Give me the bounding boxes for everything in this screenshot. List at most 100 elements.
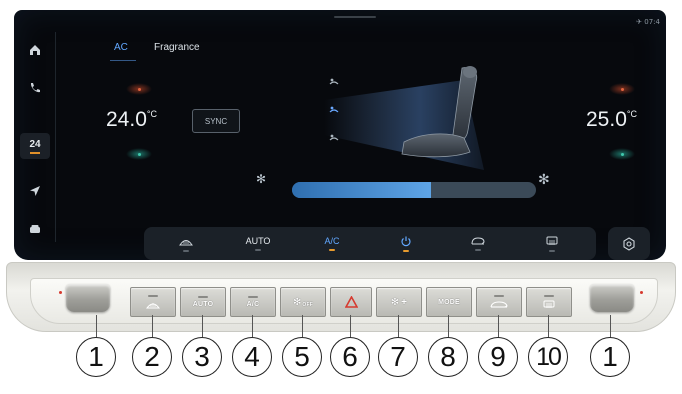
- hw-ac-button[interactable]: A/C: [230, 287, 276, 317]
- callout-number: 10: [528, 337, 568, 377]
- callout-line: [610, 315, 611, 337]
- signal-icon: ✈: [636, 18, 643, 26]
- fan-high-icon: ✻: [538, 172, 550, 188]
- chevron-down-icon: [620, 152, 624, 156]
- hw-hazard-button[interactable]: [330, 287, 372, 317]
- hw-recirculation-button[interactable]: [476, 287, 522, 317]
- front-defrost-icon: [146, 303, 160, 309]
- callout-number: 5: [282, 337, 322, 377]
- sidebar-item-home[interactable]: [14, 36, 56, 64]
- sidebar-item-climate[interactable]: 24: [20, 133, 50, 159]
- callout-line: [498, 315, 499, 337]
- passenger-temp-value: 25.0: [586, 108, 627, 131]
- driver-temperature: 24.0°C: [106, 108, 157, 132]
- hw-front-defrost-button[interactable]: [130, 287, 176, 317]
- auto-label: AUTO: [192, 301, 214, 308]
- status-led: [183, 250, 189, 252]
- callout-number: 2: [132, 337, 172, 377]
- callout-line: [302, 315, 303, 337]
- status-led: [549, 249, 555, 252]
- status-led: [475, 249, 481, 251]
- front-defrost-icon: [179, 240, 193, 246]
- driver-temp-value: 24.0: [106, 108, 147, 131]
- passenger-temp-up-button[interactable]: [609, 83, 635, 95]
- screen-notch: [334, 16, 376, 18]
- rear-defrost-button[interactable]: [532, 227, 572, 260]
- callout-number: 1: [590, 337, 630, 377]
- phone-icon: [30, 83, 40, 93]
- callout-number: 4: [232, 337, 272, 377]
- button-led: [248, 296, 258, 298]
- fan-plus-label: +: [401, 296, 408, 308]
- callout-line: [548, 315, 549, 337]
- clock-text: 07:4: [644, 18, 660, 26]
- chevron-up-icon: [137, 87, 141, 91]
- car-icon: [30, 225, 40, 233]
- hw-fan-off-button[interactable]: ✻ OFF: [280, 287, 326, 317]
- front-defrost-button[interactable]: [166, 227, 206, 260]
- sidebar-item-phone[interactable]: [14, 74, 56, 102]
- fan-off-label: OFF: [302, 301, 313, 308]
- passenger-temperature: 25.0°C: [586, 108, 637, 132]
- callout-line: [398, 315, 399, 337]
- active-tab-indicator: [110, 60, 136, 61]
- callout-number: 3: [182, 337, 222, 377]
- driver-temp-down-button[interactable]: [126, 148, 152, 160]
- auto-label: AUTO: [245, 236, 271, 246]
- sync-button[interactable]: SYNC: [192, 109, 240, 133]
- mode-label: MODE: [438, 298, 460, 306]
- sidebar-item-navigation[interactable]: [14, 177, 56, 205]
- navigation-icon: [30, 186, 40, 196]
- fan-speed-slider[interactable]: [292, 182, 536, 198]
- button-led: [198, 296, 208, 298]
- callout-line: [96, 315, 97, 337]
- hw-fan-increase-button[interactable]: ✻ +: [376, 287, 422, 317]
- status-led: [255, 249, 261, 251]
- airflow-face-mode-icon[interactable]: [329, 78, 339, 85]
- button-led: [148, 295, 158, 297]
- left-temperature-knob[interactable]: [66, 284, 110, 312]
- tab-ac[interactable]: AC: [114, 42, 128, 53]
- climate-control-strip: AUTO A/C: [144, 227, 596, 260]
- settings-button[interactable]: [608, 227, 650, 260]
- indicator-dot: [640, 291, 643, 294]
- callout-line: [202, 315, 203, 337]
- home-icon: [30, 45, 40, 55]
- sidebar-item-vehicle[interactable]: [14, 215, 56, 243]
- driver-temp-up-button[interactable]: [126, 83, 152, 95]
- status-led: [403, 250, 409, 252]
- hw-rear-defrost-button[interactable]: [526, 287, 572, 317]
- callout-line: [252, 315, 253, 337]
- chevron-up-icon: [620, 87, 624, 91]
- recirculation-icon: [471, 237, 485, 245]
- hw-mode-button[interactable]: MODE: [426, 287, 472, 317]
- passenger-temp-down-button[interactable]: [609, 148, 635, 160]
- callout-number: 9: [478, 337, 518, 377]
- hw-auto-button[interactable]: AUTO: [180, 287, 226, 317]
- tab-fragrance[interactable]: Fragrance: [154, 42, 200, 53]
- button-led: [544, 295, 554, 297]
- rear-defrost-icon: [543, 300, 555, 308]
- fan-speed-fill: [292, 182, 432, 198]
- callout-line: [152, 315, 153, 337]
- ac-label: A/C: [246, 301, 260, 308]
- power-button[interactable]: [386, 227, 426, 260]
- recirculation-icon: [490, 301, 508, 308]
- hazard-icon: [344, 296, 358, 308]
- temp-unit: °C: [146, 109, 157, 119]
- climate-icon: 24: [29, 138, 41, 150]
- callout-number: 7: [378, 337, 418, 377]
- power-icon: [401, 236, 411, 247]
- climate-active-indicator: [30, 151, 40, 154]
- ac-toggle-button[interactable]: A/C: [312, 227, 352, 260]
- recirculation-button[interactable]: [458, 227, 498, 260]
- callout-number: 1: [76, 337, 116, 377]
- callout-line: [448, 315, 449, 337]
- right-temperature-knob[interactable]: [590, 284, 634, 312]
- auto-mode-button[interactable]: AUTO: [238, 227, 278, 260]
- fan-low-icon: ✻: [256, 172, 267, 186]
- status-led: [329, 249, 335, 251]
- fan-icon: ✻: [293, 296, 302, 308]
- callout-number: 8: [428, 337, 468, 377]
- rear-defrost-icon: [546, 236, 558, 245]
